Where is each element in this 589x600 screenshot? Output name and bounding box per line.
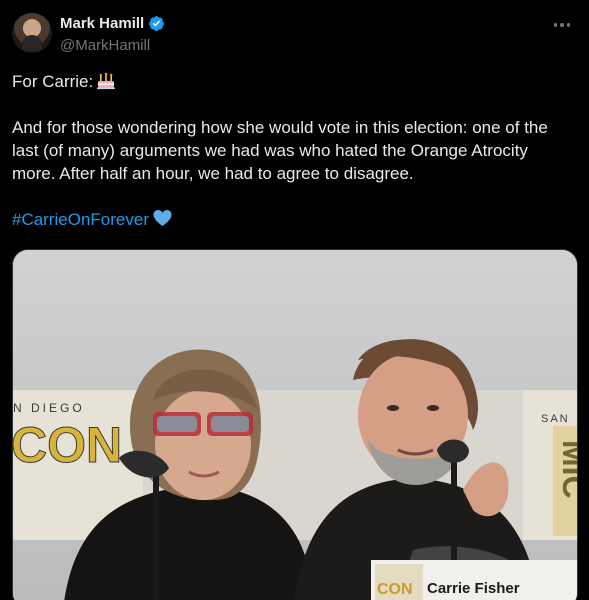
tweet-para-line-1: And for those wondering how she would vo… xyxy=(12,118,548,137)
tweet-para-line-2: last (of many) arguments we had was who … xyxy=(12,141,528,160)
banner-right-text: SAN xyxy=(541,413,570,425)
photo-scene: N DIEGO CON SAN MIC CON Carrie Fisher xyxy=(13,250,577,600)
author-handle[interactable]: @MarkHamill xyxy=(60,37,150,54)
tweet-line-1: For Carrie: xyxy=(12,70,577,93)
author-avatar[interactable] xyxy=(12,13,52,53)
tweet-para-line-3: more. After half an hour, we had to agre… xyxy=(12,164,414,183)
banner-con-text: CON xyxy=(13,417,122,473)
name-card-text: Carrie Fisher xyxy=(427,580,520,597)
name-card-logo: CON xyxy=(377,581,413,598)
author-name-row: Mark Hamill xyxy=(60,15,165,32)
verified-badge-icon xyxy=(149,16,165,31)
tweet-hashtag-line: #CarrieOnForever xyxy=(12,208,577,231)
name-card: CON Carrie Fisher xyxy=(371,560,577,600)
birthday-cake-icon xyxy=(97,72,116,90)
more-options-icon[interactable] xyxy=(549,14,575,36)
tweet-photo[interactable]: N DIEGO CON SAN MIC CON Carrie Fisher xyxy=(12,249,578,600)
author-display-name[interactable]: Mark Hamill xyxy=(60,15,144,32)
blue-heart-icon xyxy=(153,210,172,226)
tweet-text: For Carrie: And for those wondering how … xyxy=(12,70,577,231)
hashtag-link[interactable]: #CarrieOnForever xyxy=(12,210,149,229)
tweet-line-1-text: For Carrie: xyxy=(12,72,94,91)
banner-left-text: N DIEGO xyxy=(13,401,85,415)
